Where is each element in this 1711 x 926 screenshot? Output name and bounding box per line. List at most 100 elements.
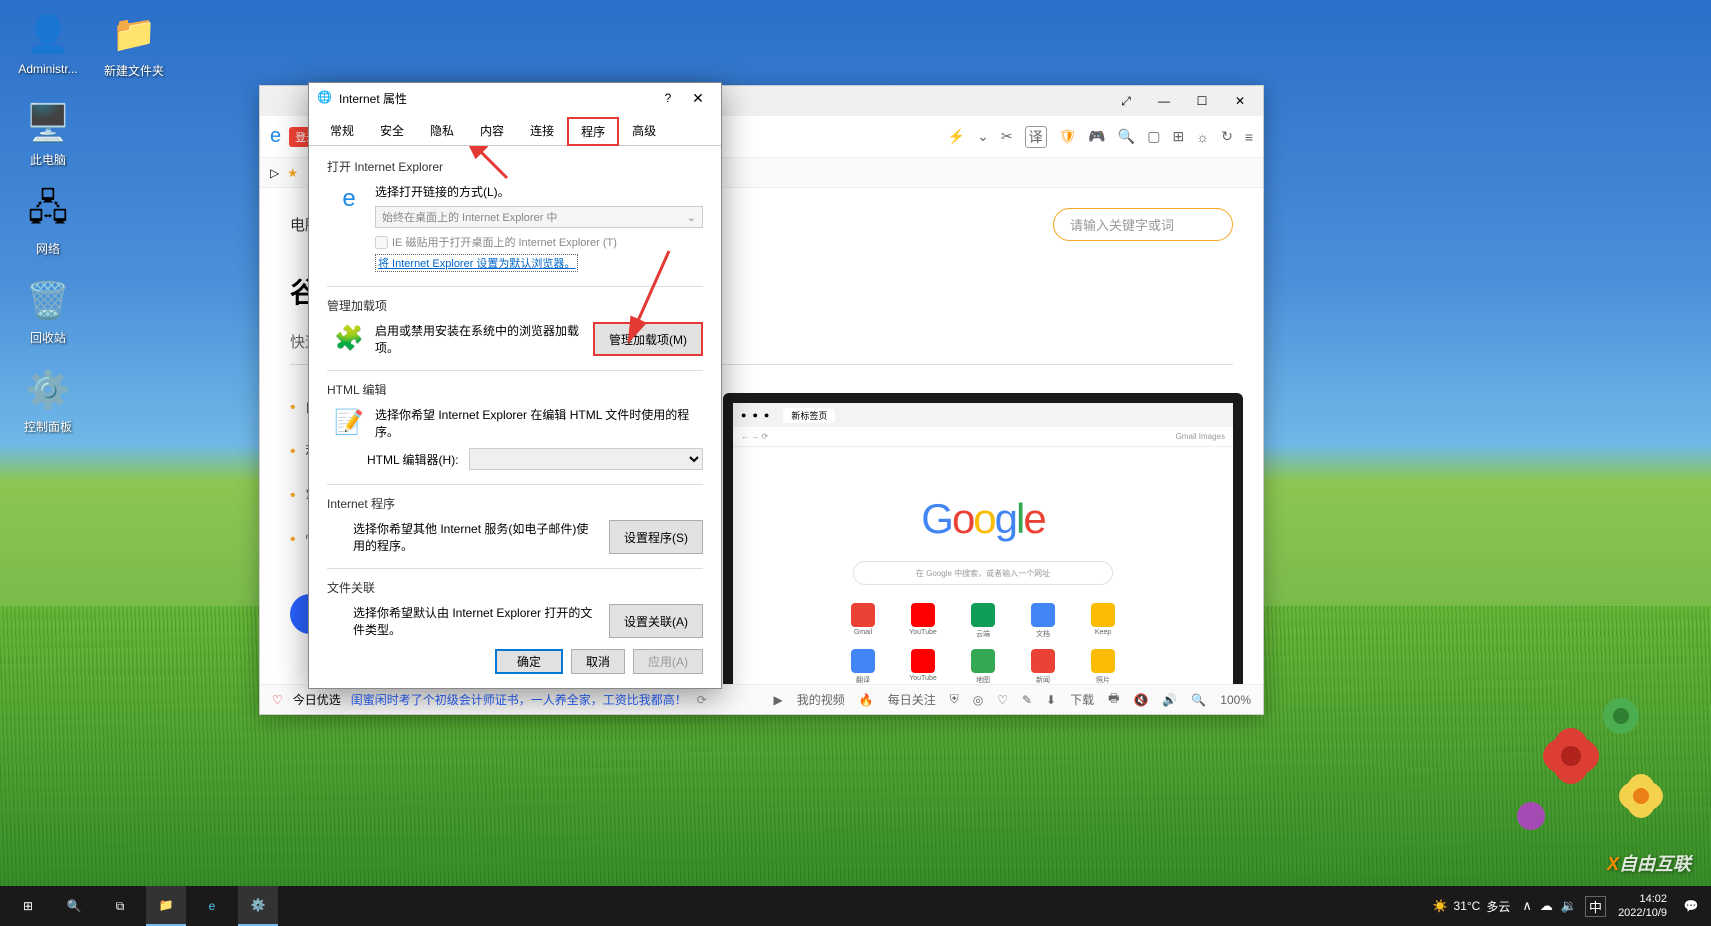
tab-content[interactable]: 内容 (467, 117, 517, 145)
close-button[interactable]: ✕ (1225, 91, 1255, 111)
tab-star-icon[interactable]: ★ (287, 166, 298, 180)
clock-time: 14:02 (1618, 892, 1667, 906)
zoom-icon[interactable]: 🔍 (1191, 693, 1206, 707)
video-label[interactable]: 我的视频 (797, 691, 845, 708)
html-editor-select[interactable] (469, 448, 703, 470)
ie-tile-checkbox[interactable]: IE 磁贴用于打开桌面上的 Internet Explorer (T) (375, 234, 703, 250)
search-input[interactable]: 请输入关键字或词 (1053, 208, 1233, 241)
ring-icon[interactable]: ◎ (973, 693, 983, 707)
clock-date: 2022/10/9 (1618, 906, 1667, 920)
section-open-ie: 打开 Internet Explorer e 选择打开链接的方式(L)。 始终在… (327, 158, 703, 272)
pin-button[interactable]: ⤢ (1111, 91, 1141, 111)
google-shortcut: 云端 (962, 603, 1004, 639)
shield-icon[interactable]: 🛡 (1059, 128, 1077, 145)
minimize-button[interactable]: — (1149, 91, 1179, 111)
icon-label: 新建文件夹 (104, 62, 164, 79)
taskbar: ⊞ 🔍 ⧉ 📁 e ⚙️ ☀️ 31°C 多云 ∧ ☁ 🔉 中 14:02 20… (0, 886, 1711, 926)
ok-button[interactable]: 确定 (495, 649, 563, 674)
scissors-icon[interactable]: ✂ (1001, 128, 1013, 145)
desktop-icon-new-folder[interactable]: 📁 新建文件夹 (96, 10, 172, 79)
chevron-down-icon[interactable]: ⌄ (977, 128, 989, 145)
system-tray: ∧ ☁ 🔉 中 (1522, 896, 1606, 917)
tab-connections[interactable]: 连接 (517, 117, 567, 145)
tab-advanced[interactable]: 高级 (619, 117, 669, 145)
section-heading: Internet 程序 (327, 495, 703, 512)
history-icon[interactable]: ↻ (1221, 128, 1233, 145)
news-ticker[interactable]: 闺蜜闲时考了个初级会计师证书，一人养全家，工资比我都高！ (351, 691, 687, 708)
google-logo: Google (921, 495, 1044, 543)
google-search-box: 在 Google 中搜索，或者输入一个网址 (853, 561, 1113, 585)
menu-icon[interactable]: ≡ (1245, 129, 1253, 145)
daily-label[interactable]: 每日关注 (888, 691, 936, 708)
tab-general[interactable]: 常规 (317, 117, 367, 145)
tray-cloud-icon[interactable]: ☁ (1540, 898, 1553, 914)
tab-security[interactable]: 安全 (367, 117, 417, 145)
checkbox-input[interactable] (375, 236, 388, 249)
set-assoc-button[interactable]: 设置关联(A) (609, 604, 703, 638)
tab-play-icon[interactable]: ▷ (270, 166, 279, 180)
heart-status-icon[interactable]: ♡ (997, 693, 1008, 707)
google-shortcut: YouTube (902, 649, 944, 684)
gamepad-icon[interactable]: 🎮 (1088, 128, 1105, 145)
task-view-button[interactable]: ⧉ (100, 886, 140, 926)
download-label[interactable]: 下载 (1070, 691, 1094, 708)
dialog-titlebar[interactable]: 🌐 Internet 属性 ? ✕ (309, 83, 721, 113)
tab-programs[interactable]: 程序 (567, 117, 619, 146)
refresh-icon[interactable]: ⟳ (697, 693, 707, 707)
grid-icon[interactable]: ⊞ (1173, 128, 1185, 145)
ie-icon: e (333, 183, 365, 215)
section-html-edit: HTML 编辑 📝 选择你希望 Internet Explorer 在编辑 HT… (327, 381, 703, 470)
separator (327, 484, 703, 485)
desktop-icon-control-panel[interactable]: ⚙️ 控制面板 (10, 366, 86, 435)
ime-indicator[interactable]: 中 (1585, 896, 1606, 917)
tray-overflow[interactable]: ∧ (1522, 898, 1532, 914)
dialog-footer: 确定 取消 应用(A) (309, 639, 721, 688)
set-default-link[interactable]: 将 Internet Explorer 设置为默认浏览器。 (375, 254, 578, 272)
desktop-icon-this-pc[interactable]: 🖥️ 此电脑 (10, 99, 86, 168)
play-icon[interactable]: ▶ (773, 693, 782, 707)
close-button[interactable]: ✕ (683, 90, 713, 107)
shield-status-icon[interactable]: ⛨ (950, 692, 959, 707)
manage-addons-button[interactable]: 管理加载项(M) (593, 322, 703, 356)
section-internet-programs: Internet 程序 选择你希望其他 Internet 服务(如电子邮件)使用… (327, 495, 703, 554)
translate-icon[interactable]: 译 (1025, 126, 1047, 148)
trash-icon: 🗑️ (24, 277, 72, 325)
icon-label: Administr... (18, 62, 77, 76)
bolt-icon[interactable]: ⚡ (948, 128, 965, 145)
taskbar-clock[interactable]: 14:02 2022/10/9 (1618, 892, 1667, 921)
desktop-icon-administrator[interactable]: 👤 Administr... (10, 10, 86, 79)
cancel-button[interactable]: 取消 (571, 649, 625, 674)
nosound-icon[interactable]: 🔇 (1133, 693, 1148, 707)
open-method-dropdown[interactable]: 始终在桌面上的 Internet Explorer 中⌄ (375, 206, 703, 228)
ie-logo-icon: e (270, 125, 281, 148)
extension-icon[interactable]: ▢ (1147, 128, 1160, 145)
volume-icon[interactable]: 🔊 (1162, 693, 1177, 707)
printer-icon[interactable]: 🖶 (1108, 689, 1119, 710)
help-button[interactable]: ? (653, 91, 683, 105)
desktop-icon-network[interactable]: 🖧 网络 (10, 188, 86, 257)
set-programs-button[interactable]: 设置程序(S) (609, 520, 703, 554)
tray-sound-icon[interactable]: 🔉 (1561, 898, 1577, 914)
brush-icon[interactable]: ✎ (1022, 693, 1032, 707)
start-button[interactable]: ⊞ (8, 886, 48, 926)
icon-label: 回收站 (30, 329, 66, 346)
zoom-level[interactable]: 100% (1220, 693, 1251, 707)
tab-privacy[interactable]: 隐私 (417, 117, 467, 145)
today-label[interactable]: 今日优选 (293, 691, 341, 708)
apply-button[interactable]: 应用(A) (633, 649, 703, 674)
weather-widget[interactable]: ☀️ 31°C 多云 (1433, 898, 1511, 915)
flower-decoration (1471, 656, 1691, 876)
taskbar-settings[interactable]: ⚙️ (238, 886, 278, 926)
taskbar-explorer[interactable]: 📁 (146, 886, 186, 926)
search-button[interactable]: 🔍 (54, 886, 94, 926)
notification-button[interactable]: 💬 (1679, 886, 1703, 926)
google-shortcut: 文档 (1022, 603, 1064, 639)
taskbar-ie[interactable]: e (192, 886, 232, 926)
maximize-button[interactable]: ☐ (1187, 91, 1217, 111)
icon-label: 此电脑 (30, 151, 66, 168)
google-shortcut: 新闻 (1022, 649, 1064, 684)
brightness-icon[interactable]: ☼ (1196, 129, 1209, 145)
desktop-icon-recycle-bin[interactable]: 🗑️ 回收站 (10, 277, 86, 346)
download-icon[interactable]: ⬇ (1046, 693, 1056, 707)
search-icon[interactable]: 🔍 (1118, 128, 1135, 145)
